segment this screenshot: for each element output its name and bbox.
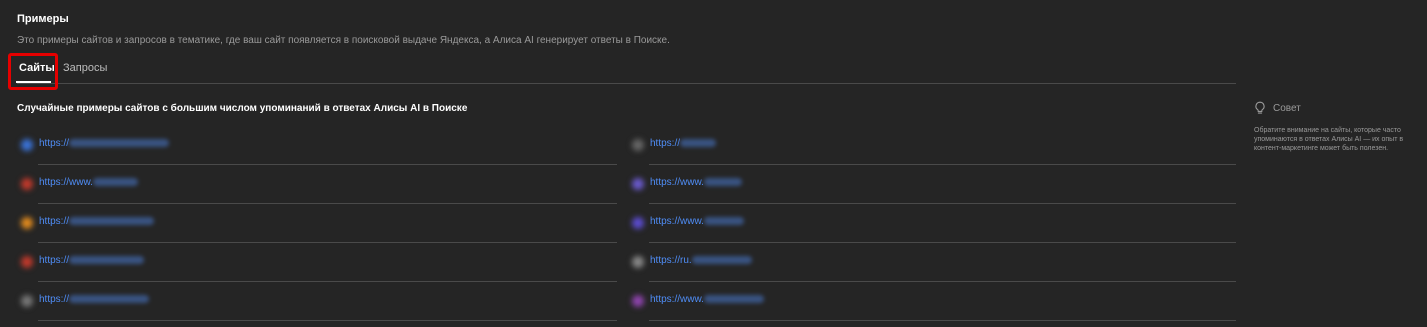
site-favicon-icon xyxy=(21,178,33,190)
site-link[interactable]: https://www. xyxy=(650,216,744,227)
lightbulb-icon xyxy=(1254,101,1266,115)
list-item: https:// xyxy=(17,126,617,165)
list-item: https:// xyxy=(17,243,617,282)
sites-column-right: https:// https://www. https://www. https… xyxy=(628,126,1236,321)
row-divider xyxy=(38,320,617,321)
site-favicon-icon xyxy=(632,217,644,229)
section-title: Примеры xyxy=(17,13,69,25)
row-divider xyxy=(649,320,1236,321)
tip-text: Обратите внимание на сайты, которые част… xyxy=(1254,127,1404,152)
site-link[interactable]: https:// xyxy=(39,138,170,149)
list-item: https://www. xyxy=(628,204,1236,243)
section-description: Это примеры сайтов и запросов в тематике… xyxy=(17,35,670,46)
highlight-box xyxy=(8,53,58,90)
site-link[interactable]: https:// xyxy=(39,216,155,227)
list-item: https://www. xyxy=(17,165,617,204)
site-link[interactable]: https:// xyxy=(650,138,717,149)
site-link[interactable]: https:// xyxy=(39,294,150,305)
site-favicon-icon xyxy=(21,256,33,268)
tip-panel: Совет Обратите внимание на сайты, которы… xyxy=(1254,101,1419,153)
list-item: https:// xyxy=(628,126,1236,165)
site-link[interactable]: https://ru. xyxy=(650,255,752,266)
tabs-bar: Сайты Запросы xyxy=(16,56,1236,84)
sites-column-left: https:// https://www. https:// https:// … xyxy=(17,126,617,321)
list-item: https://ru. xyxy=(628,243,1236,282)
site-link[interactable]: https://www. xyxy=(650,294,764,305)
list-item: https:// xyxy=(17,204,617,243)
tip-title: Совет xyxy=(1273,103,1301,114)
site-favicon-icon xyxy=(632,295,644,307)
site-favicon-icon xyxy=(632,178,644,190)
site-favicon-icon xyxy=(21,139,33,151)
site-link[interactable]: https:// xyxy=(39,255,145,266)
tip-header: Совет xyxy=(1254,101,1419,117)
list-item: https:// xyxy=(17,282,617,321)
site-favicon-icon xyxy=(632,139,644,151)
site-favicon-icon xyxy=(21,217,33,229)
tab-queries[interactable]: Запросы xyxy=(63,62,107,74)
list-item: https://www. xyxy=(628,165,1236,204)
site-favicon-icon xyxy=(21,295,33,307)
site-favicon-icon xyxy=(632,256,644,268)
list-title: Случайные примеры сайтов с большим число… xyxy=(17,103,468,114)
site-link[interactable]: https://www. xyxy=(650,177,742,188)
site-link[interactable]: https://www. xyxy=(39,177,138,188)
list-item: https://www. xyxy=(628,282,1236,321)
